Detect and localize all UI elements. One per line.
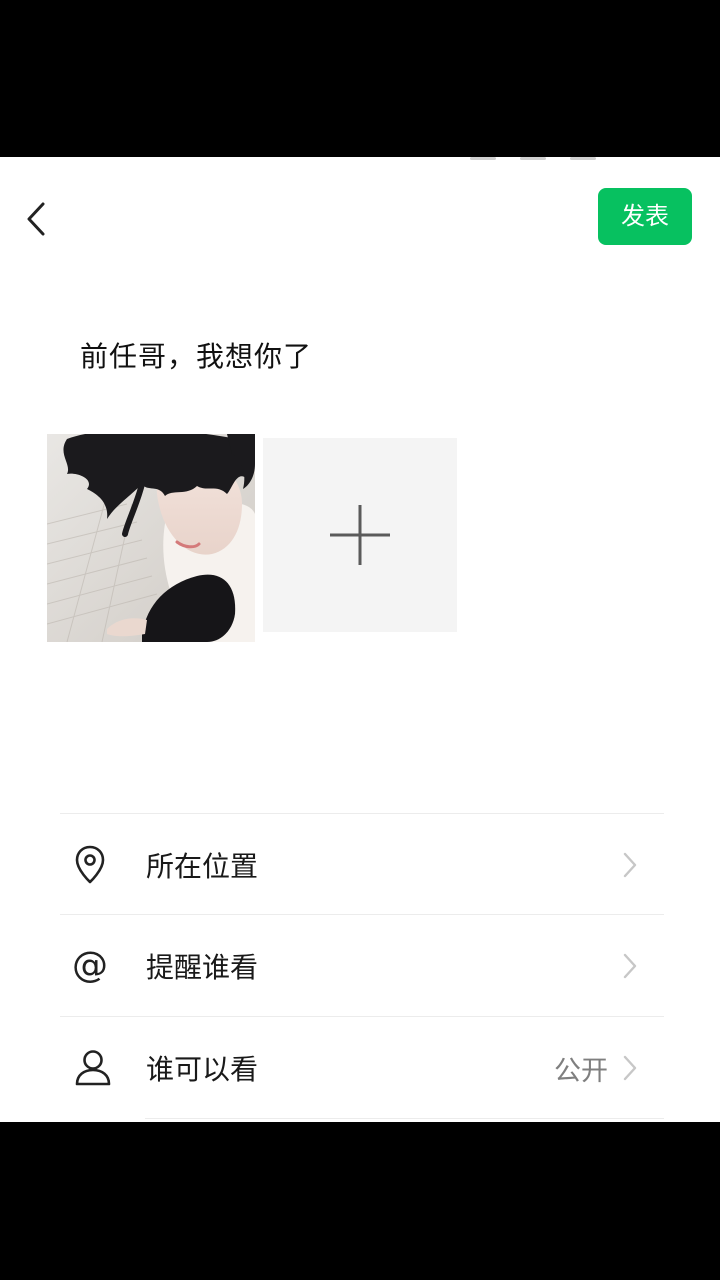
chevron-right-icon: [618, 1055, 642, 1081]
photo-of-person: [47, 434, 255, 642]
divider: [60, 914, 664, 915]
chevron-right-icon: [618, 953, 642, 979]
chevron-left-icon: [27, 202, 45, 236]
compose-moment-screen: 发表 前任哥，我想你了 所在位置 @ 提醒谁看 谁可以看 公开: [0, 157, 720, 1122]
publish-button[interactable]: 发表: [598, 188, 692, 245]
mention-label: 提醒谁看: [146, 951, 259, 984]
photo-thumbnail[interactable]: [47, 434, 255, 642]
location-pin-icon: [60, 843, 126, 887]
chevron-right-icon: [618, 852, 642, 878]
divider: [60, 1016, 664, 1017]
visibility-row[interactable]: 谁可以看 公开: [60, 1018, 664, 1118]
post-text[interactable]: 前任哥，我想你了: [80, 335, 312, 375]
location-row[interactable]: 所在位置: [60, 815, 664, 915]
back-button[interactable]: [14, 197, 58, 241]
divider: [60, 813, 664, 814]
mention-row[interactable]: @ 提醒谁看: [60, 916, 664, 1016]
person-icon: [60, 1046, 126, 1090]
status-bar-fragment: [470, 157, 610, 163]
location-label: 所在位置: [146, 850, 259, 883]
visibility-label: 谁可以看: [146, 1053, 259, 1086]
visibility-value: 公开: [554, 1055, 608, 1087]
add-photo-button[interactable]: [263, 438, 457, 632]
divider: [145, 1118, 664, 1119]
plus-icon: [330, 505, 390, 565]
at-icon: @: [72, 945, 108, 986]
